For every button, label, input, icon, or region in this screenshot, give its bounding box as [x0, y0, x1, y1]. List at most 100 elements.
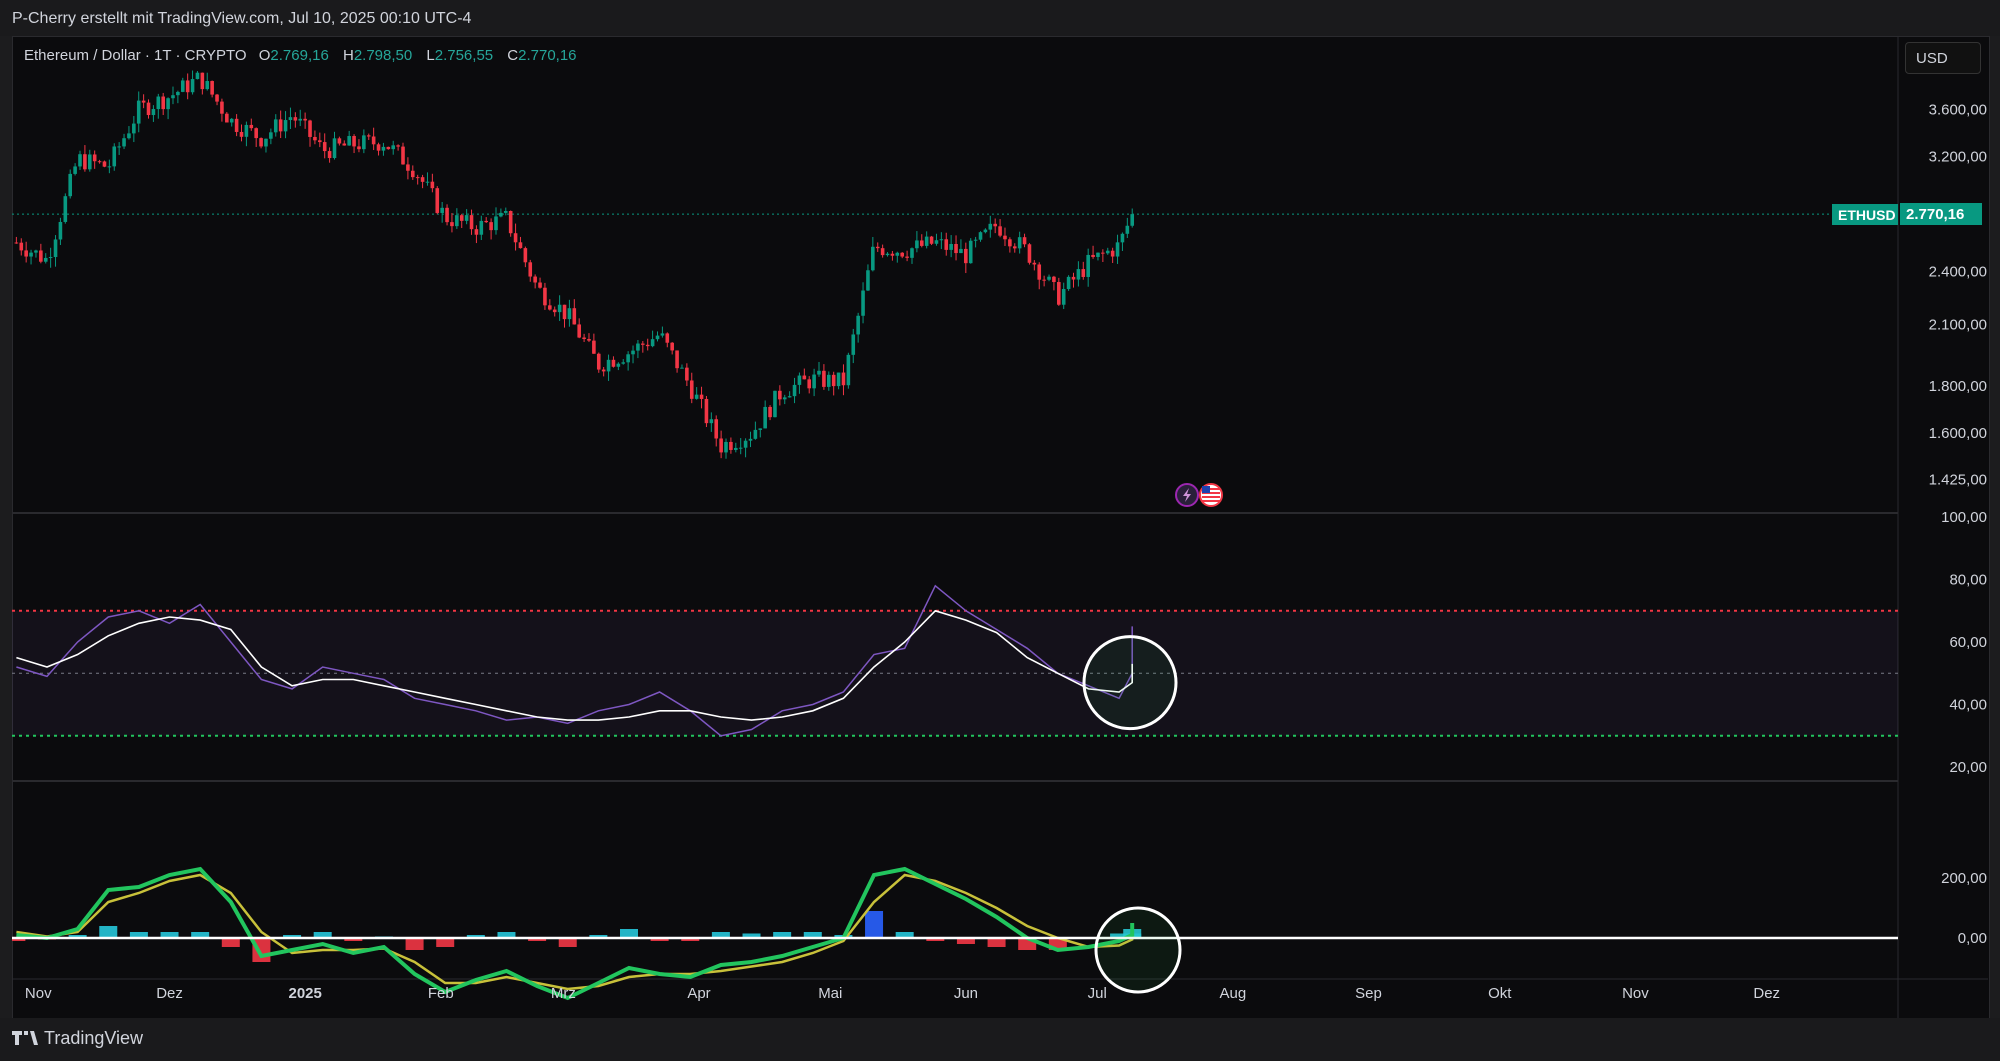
- candle: [704, 395, 709, 428]
- candle-body: [259, 138, 263, 147]
- candle: [729, 437, 733, 454]
- candle-body: [631, 350, 635, 355]
- candle-body: [826, 374, 831, 387]
- candle-body: [107, 166, 112, 168]
- candle: [318, 132, 322, 148]
- price-axis-tick: 3.200,00: [1929, 149, 1987, 166]
- candle-body: [841, 372, 846, 386]
- candle: [1096, 252, 1100, 261]
- time-axis-tick: Dez: [1753, 985, 1780, 1002]
- candle-body: [122, 138, 126, 147]
- candle-body: [582, 337, 586, 340]
- candle-body: [205, 81, 210, 90]
- price-axis-tick: 2.400,00: [1929, 263, 1987, 280]
- candle-body: [1008, 239, 1012, 247]
- candle-body: [318, 140, 322, 143]
- candle: [880, 244, 885, 258]
- candle-body: [420, 177, 425, 182]
- candle-body: [357, 146, 361, 150]
- candle: [141, 94, 146, 109]
- candle: [102, 160, 107, 168]
- candle-body: [704, 398, 709, 424]
- candle: [552, 306, 557, 317]
- candle: [748, 431, 753, 448]
- candle: [210, 80, 214, 98]
- symbol-name[interactable]: Ethereum / Dollar · 1T · CRYPTO: [24, 47, 247, 64]
- candle: [1022, 233, 1027, 248]
- currency-button[interactable]: USD: [1905, 42, 1981, 74]
- candle-body: [621, 362, 626, 364]
- candle-body: [699, 394, 704, 399]
- candle: [929, 235, 934, 246]
- candle: [1032, 260, 1037, 271]
- candle-body: [885, 253, 890, 256]
- time-axis-tick: Mrz: [551, 985, 576, 1002]
- candle-body: [538, 282, 542, 288]
- candle: [440, 201, 444, 223]
- candle-body: [1022, 237, 1027, 245]
- candle: [900, 252, 905, 259]
- candle: [1110, 247, 1115, 263]
- candle-body: [215, 94, 219, 102]
- candle-body: [812, 374, 816, 389]
- candle-body: [836, 372, 841, 387]
- candle: [831, 371, 836, 396]
- candle: [826, 371, 831, 391]
- candle: [171, 86, 175, 105]
- candles-group: [14, 70, 1135, 459]
- candle-body: [753, 429, 758, 439]
- candle-body: [342, 143, 347, 146]
- rsi-highlight-circle: [1082, 635, 1178, 731]
- tradingview-logo[interactable]: TradingView: [12, 1028, 143, 1048]
- candle: [959, 239, 963, 254]
- candle: [856, 312, 860, 343]
- candle: [136, 91, 141, 133]
- candle-body: [924, 236, 929, 246]
- candle: [1057, 277, 1061, 306]
- candle: [988, 215, 993, 238]
- candle: [97, 159, 102, 164]
- candle-body: [567, 308, 572, 320]
- candle-body: [1061, 289, 1066, 305]
- chart-canvas[interactable]: 3.600,00 3.200,00 2.400,00 2.100,00 1.800,00…: [12, 36, 1988, 1018]
- macd-histogram-bar: [436, 938, 455, 947]
- candle: [753, 421, 758, 440]
- candle-body: [518, 242, 523, 249]
- candle-body: [915, 240, 919, 249]
- symbol-legend[interactable]: Ethereum / Dollar · 1T · CRYPTO O2.769,1…: [24, 47, 587, 64]
- candle-body: [807, 379, 812, 389]
- candle-body: [552, 309, 557, 313]
- candle-body: [1057, 282, 1061, 305]
- candle-body: [401, 146, 405, 165]
- candle: [401, 142, 405, 165]
- candle: [396, 144, 400, 151]
- candle-body: [743, 440, 748, 448]
- candle-body: [68, 173, 73, 197]
- candle-body: [577, 324, 581, 338]
- candle-body: [528, 262, 533, 277]
- candle: [915, 231, 919, 253]
- candle: [308, 119, 312, 147]
- candle-body: [352, 136, 356, 147]
- candle: [352, 134, 356, 154]
- candle-body: [866, 270, 870, 291]
- candle: [577, 318, 581, 339]
- macd-signal-line: [16, 873, 1134, 991]
- candle-body: [719, 438, 723, 453]
- candle: [533, 274, 537, 289]
- candle: [538, 277, 542, 289]
- candle: [391, 140, 396, 155]
- candle: [205, 72, 210, 91]
- candle-body: [278, 119, 283, 132]
- attribution-bar: P-Cherry erstellt mit TradingView.com, J…: [0, 0, 2000, 36]
- candle: [694, 387, 699, 400]
- candle: [660, 326, 665, 338]
- candle: [983, 228, 988, 234]
- candle-body: [939, 239, 944, 241]
- candle-body: [880, 248, 885, 256]
- macd-axis-tick: 200,00: [1941, 870, 1987, 887]
- candle: [489, 218, 493, 240]
- time-axis-tick: Mai: [818, 985, 842, 1002]
- candle: [239, 124, 244, 142]
- candle: [910, 247, 914, 264]
